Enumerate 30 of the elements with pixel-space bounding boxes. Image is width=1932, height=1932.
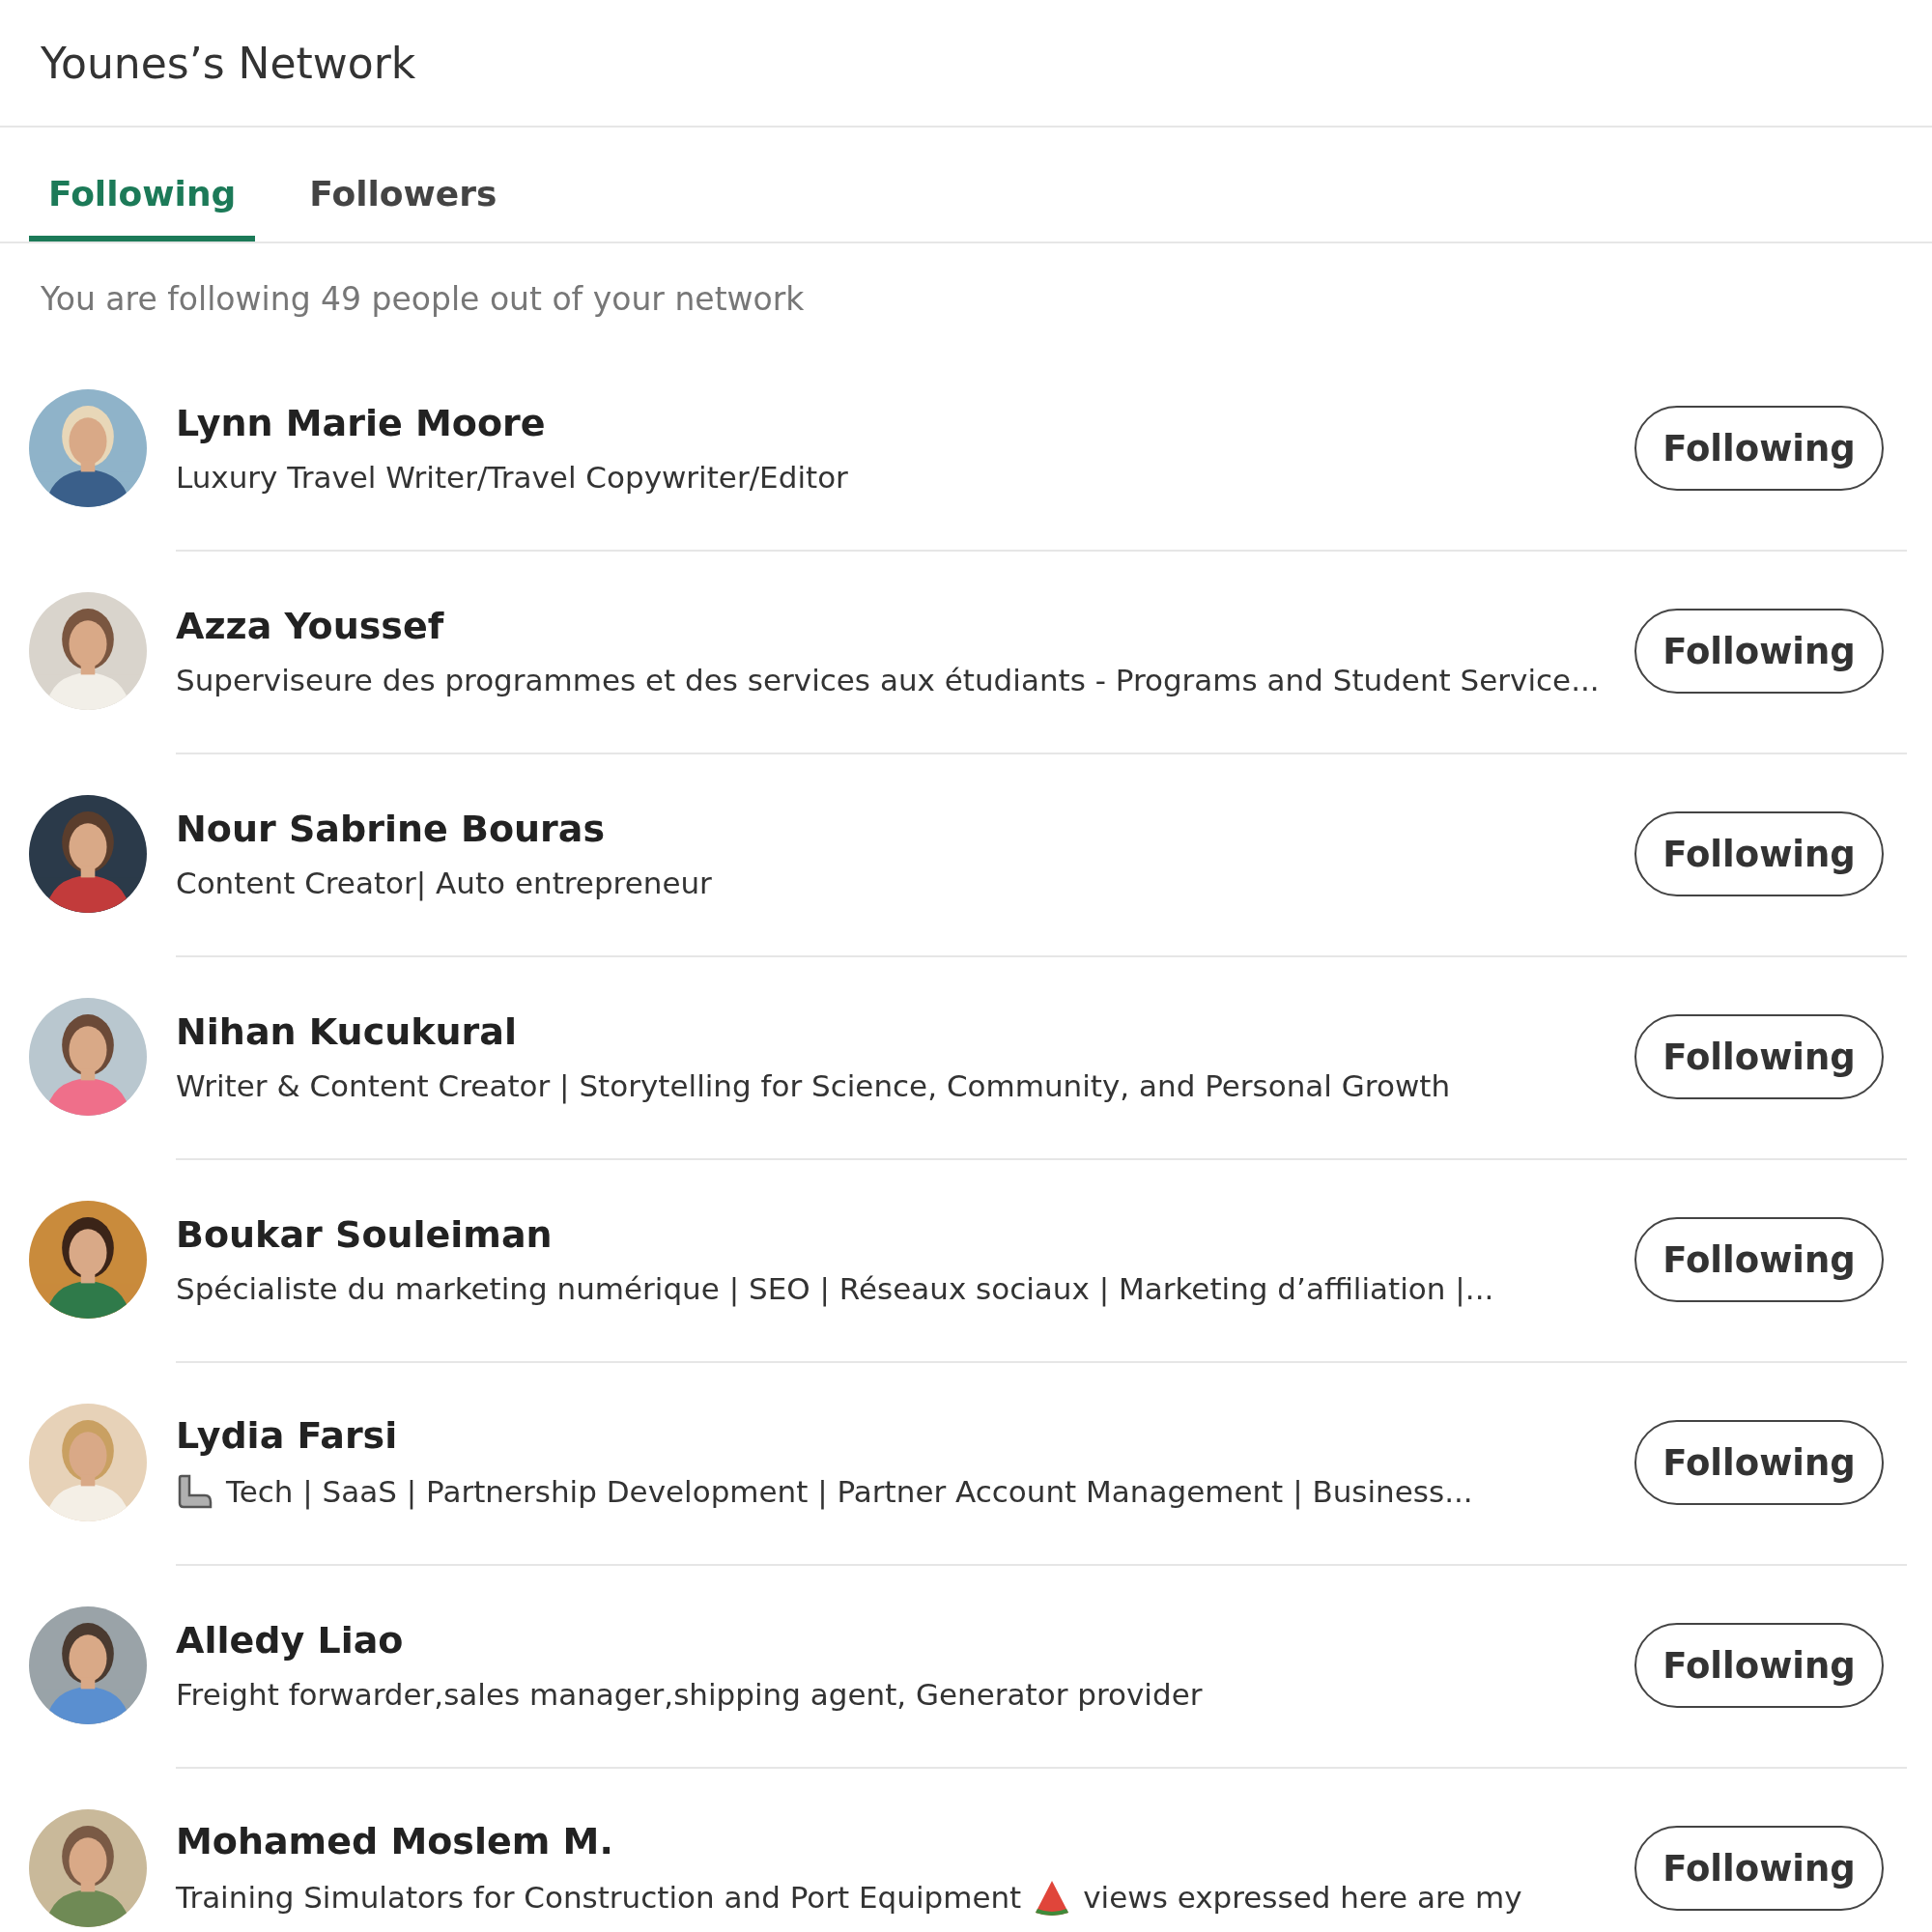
following-button[interactable]: Following (1634, 1826, 1884, 1911)
person-headline: Training Simulators for Construction and Port Equipment (176, 1880, 1022, 1915)
person-headline: Freight forwarder,sales manager,shipping agent, Generator provider (176, 1677, 1203, 1712)
following-button[interactable]: Following (1634, 1217, 1884, 1302)
following-button[interactable]: Following (1634, 1420, 1884, 1505)
person-headline: Luxury Travel Writer/Travel Copywriter/Editor (176, 460, 848, 495)
following-count-text: You are following 49 people out of your network (40, 279, 806, 320)
person-name[interactable]: Alledy Liao (176, 1619, 404, 1662)
person-headline: Tech | SaaS | Partnership Development | Partner Account Management | Business... (226, 1474, 1473, 1509)
tab[interactable]: Followers (290, 128, 517, 242)
person-headline: Spécialiste du marketing numérique | SEO | Réseaux sociaux | Marketing d’affiliation |... (176, 1271, 1494, 1306)
following-button[interactable]: Following (1634, 1014, 1884, 1099)
person-headline: Content Creator| Auto entrepreneur (176, 866, 712, 900)
person-name[interactable]: Lynn Marie Moore (176, 402, 546, 444)
person-name[interactable]: Boukar Souleiman (176, 1213, 553, 1256)
tab[interactable]: Following (29, 128, 256, 242)
window-title: Younes’s Network (41, 38, 416, 88)
person-name[interactable]: Azza Youssef (176, 605, 444, 647)
person-headline: views expressed here are my (1083, 1880, 1522, 1915)
following-button[interactable]: Following (1634, 1623, 1884, 1708)
person-name[interactable]: Lydia Farsi (176, 1414, 398, 1457)
person-name[interactable]: Nihan Kucukural (176, 1010, 517, 1053)
following-button[interactable]: Following (1634, 811, 1884, 896)
following-button[interactable]: Following (1634, 406, 1884, 491)
flexed-arm-icon (176, 1472, 214, 1511)
person-headline: Superviseure des programmes et des services aux étudiants - Programs and Student Service... (176, 663, 1600, 697)
person-name[interactable]: Nour Sabrine Bouras (176, 808, 606, 850)
following-button[interactable]: Following (1634, 609, 1884, 694)
person-name[interactable]: Mohamed Moslem M. (176, 1820, 613, 1862)
person-headline: Writer & Content Creator | Storytelling for Science, Community, and Personal Growth (176, 1068, 1451, 1103)
